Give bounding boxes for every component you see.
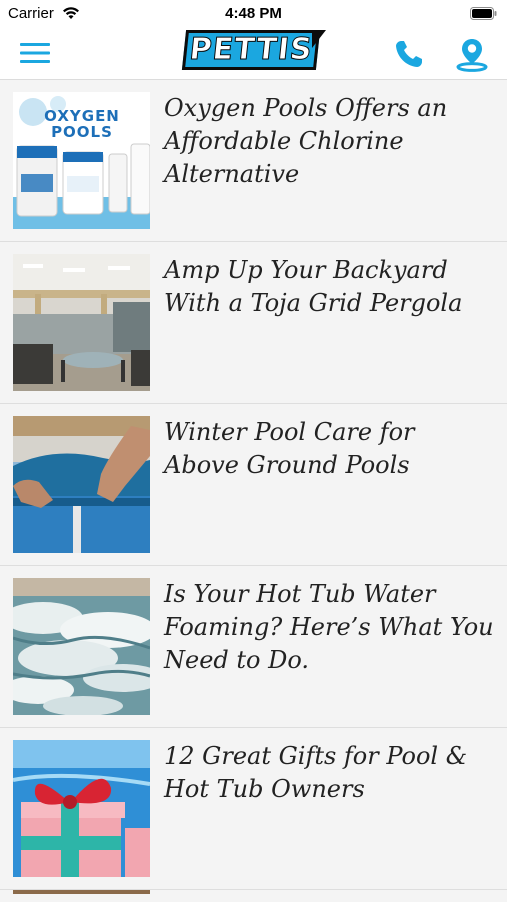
status-time: 4:48 PM xyxy=(225,5,282,22)
logo-text: PETTIS xyxy=(181,30,321,70)
map-pin-icon[interactable] xyxy=(455,36,489,72)
pergola-photo-icon xyxy=(13,254,150,391)
article-item[interactable]: Winter Pool Care for Above Ground Pools xyxy=(0,404,507,566)
article-title: Oxygen Pools Offers an Affordable Chlori… xyxy=(164,94,448,188)
pool-cover-photo-icon xyxy=(13,416,150,553)
battery-icon xyxy=(470,7,497,20)
article-title: Amp Up Your Backyard With a Toja Grid Pe… xyxy=(164,256,463,317)
article-title: Winter Pool Care for Above Ground Pools xyxy=(164,418,415,479)
thumb-brand-label: OXYGEN POOLS xyxy=(44,107,120,141)
article-item[interactable]: OXYGEN POOLS Oxygen Pools Offers an Affo… xyxy=(0,80,507,242)
article-item[interactable]: 12 Great Gifts for Pool & Hot Tub Owners xyxy=(0,728,507,890)
article-title: Is Your Hot Tub Water Foaming? Here’s Wh… xyxy=(164,580,494,674)
article-item-partial[interactable] xyxy=(0,890,507,902)
foam-water-photo-icon xyxy=(13,578,150,715)
app-header: PETTIS xyxy=(0,28,507,80)
hamburger-menu-icon[interactable] xyxy=(18,39,52,67)
article-item[interactable]: Is Your Hot Tub Water Foaming? Here’s Wh… xyxy=(0,566,507,728)
product-photo-icon: OXYGEN POOLS xyxy=(13,92,150,229)
gift-box-photo-icon xyxy=(13,740,150,877)
pettis-logo[interactable]: PETTIS xyxy=(181,26,326,76)
article-thumbnail-partial xyxy=(13,890,150,894)
article-title: 12 Great Gifts for Pool & Hot Tub Owners xyxy=(164,742,468,803)
article-item[interactable]: Amp Up Your Backyard With a Toja Grid Pe… xyxy=(0,242,507,404)
article-list: OXYGEN POOLS Oxygen Pools Offers an Affo… xyxy=(0,80,507,902)
phone-icon[interactable] xyxy=(392,37,426,71)
logo-accent xyxy=(312,30,326,48)
status-bar: Carrier 4:48 PM xyxy=(0,0,507,28)
